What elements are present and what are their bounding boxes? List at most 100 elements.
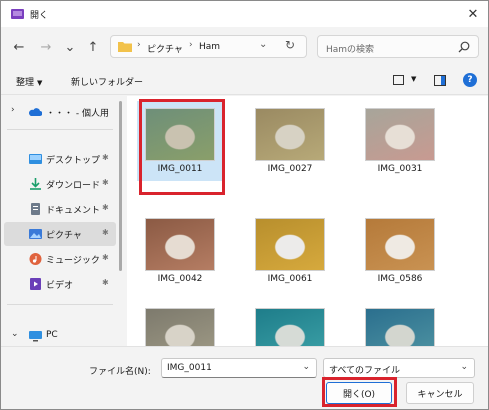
arrow-right-icon: → — [40, 39, 52, 55]
onedrive-cloud-icon — [29, 108, 42, 116]
file-item[interactable]: IMG_0061 — [247, 211, 333, 291]
refresh-icon[interactable]: ↻ — [285, 38, 295, 52]
search-box[interactable]: Hamの検索 — [317, 35, 479, 58]
open-file-dialog: 開く ✕ ← → ⌄ ↑ › ピクチャ › Ham ⌄ ↻ Hamの検索 整理 … — [0, 0, 489, 410]
pictures-icon — [29, 229, 42, 239]
cancel-button[interactable]: キャンセル — [406, 382, 474, 404]
title-bar: 開く ✕ — [1, 1, 488, 27]
highlight-open-button — [322, 377, 397, 407]
sidebar-item-music[interactable]: ミュージック ✱ — [4, 247, 116, 271]
search-icon — [458, 41, 470, 53]
file-name-label: IMG_0027 — [267, 164, 313, 174]
sidebar-item-pc[interactable]: ⌄ PC — [4, 324, 116, 348]
recent-locations-button[interactable]: ⌄ — [62, 39, 78, 55]
hamster-photo-thumbnail — [255, 308, 325, 346]
sidebar-item-desktop[interactable]: デスクトップ ✱ — [4, 147, 116, 171]
hamster-photo-thumbnail — [365, 108, 435, 161]
sidebar-item-label: ダウンロード — [46, 181, 101, 191]
pin-icon: ✱ — [102, 203, 109, 212]
breadcrumb-ham[interactable]: Ham — [199, 42, 220, 52]
address-dropdown-icon[interactable]: ⌄ — [259, 39, 267, 50]
new-folder-label: 新しいフォルダー — [71, 78, 144, 88]
sidebar-item-pictures[interactable]: ピクチャ ✱ — [4, 222, 116, 246]
file-item[interactable]: IMG_0031 — [357, 101, 443, 181]
file-item[interactable] — [357, 301, 443, 346]
sidebar-item-label: ピクチャ — [46, 231, 82, 241]
search-placeholder: Hamの検索 — [326, 45, 375, 55]
address-bar[interactable]: › ピクチャ › Ham ⌄ ↻ — [110, 35, 307, 58]
filetype-value: すべてのファイル — [329, 366, 401, 376]
pin-icon: ✱ — [102, 253, 109, 262]
dialog-footer: ファイル名(N): IMG_0011 ⌄ すべてのファイル ⌄ 開く(O) キャ… — [1, 346, 488, 409]
file-item[interactable] — [247, 301, 333, 346]
sidebar-item-label: ・・・ - 個人用 — [46, 109, 109, 119]
file-name-label: IMG_0061 — [267, 274, 313, 284]
navigation-pane: › ・・・ - 個人用 デスクトップ ✱ ダウンロード ✱ ドキュメント ✱ ピ… — [1, 96, 119, 346]
chevron-down-icon: ⌄ — [64, 39, 76, 55]
chevron-down-icon[interactable]: ⌄ — [11, 329, 19, 339]
sidebar-item-documents[interactable]: ドキュメント ✱ — [4, 197, 116, 221]
breadcrumb-separator: › — [189, 40, 193, 50]
sidebar-item-label: ビデオ — [46, 281, 74, 291]
breadcrumb-separator: › — [137, 40, 141, 50]
pin-icon: ✱ — [102, 278, 109, 287]
sidebar-item-videos[interactable]: ビデオ ✱ — [4, 272, 116, 296]
pin-icon: ✱ — [102, 228, 109, 237]
hamster-photo-thumbnail — [365, 218, 435, 271]
filetype-select[interactable]: すべてのファイル ⌄ — [323, 358, 475, 378]
music-icon — [29, 253, 42, 265]
filename-label: ファイル名(N): — [89, 367, 151, 377]
file-item[interactable]: IMG_0586 — [357, 211, 443, 291]
view-options-icon[interactable] — [393, 75, 404, 85]
help-icon[interactable]: ? — [463, 73, 477, 87]
caret-down-icon: ▼ — [37, 79, 43, 87]
filename-input[interactable]: IMG_0011 ⌄ — [161, 358, 317, 378]
file-name-label: IMG_0042 — [157, 274, 203, 284]
up-button[interactable]: ↑ — [85, 39, 101, 55]
navigation-bar: ← → ⌄ ↑ › ピクチャ › Ham ⌄ ↻ Hamの検索 — [1, 27, 488, 67]
hamster-photo-thumbnail — [145, 218, 215, 271]
file-item[interactable]: IMG_0027 — [247, 101, 333, 181]
filename-value: IMG_0011 — [167, 363, 212, 373]
caret-down-icon[interactable]: ▼ — [411, 75, 416, 83]
pc-icon — [29, 331, 42, 342]
preview-pane-icon[interactable] — [434, 75, 446, 86]
forward-button[interactable]: → — [38, 39, 54, 55]
sidebar-item-downloads[interactable]: ダウンロード ✱ — [4, 172, 116, 196]
sidebar-scrollbar[interactable] — [119, 101, 122, 271]
window-title: 開く — [30, 11, 49, 21]
hamster-photo-thumbnail — [255, 218, 325, 271]
chevron-right-icon[interactable]: › — [11, 105, 15, 115]
breadcrumb-pictures[interactable]: ピクチャ — [147, 42, 183, 55]
sidebar-divider — [7, 304, 113, 305]
organize-label: 整理 — [16, 78, 35, 88]
hamster-photo-thumbnail — [365, 308, 435, 346]
document-icon — [31, 203, 40, 215]
folder-icon — [118, 42, 132, 52]
file-item[interactable] — [137, 301, 223, 346]
command-bar: 整理 ▼ 新しいフォルダー ▼ ? — [1, 67, 488, 95]
arrow-left-icon: ← — [13, 39, 25, 55]
close-icon: ✕ — [467, 6, 479, 22]
close-button[interactable]: ✕ — [458, 1, 488, 27]
download-icon — [30, 178, 41, 190]
sidebar-item-onedrive[interactable]: › ・・・ - 個人用 — [4, 100, 116, 124]
file-name-label: IMG_0031 — [377, 164, 423, 174]
back-button[interactable]: ← — [11, 39, 27, 55]
chevron-down-icon: ⌄ — [460, 362, 468, 372]
sidebar-item-label: デスクトップ — [46, 156, 101, 166]
pin-icon: ✱ — [102, 178, 109, 187]
sidebar-item-label: ドキュメント — [46, 206, 101, 216]
highlight-selected-file — [139, 99, 225, 195]
hamster-photo-thumbnail — [145, 308, 215, 346]
desktop-icon — [29, 154, 42, 164]
organize-button[interactable]: 整理 ▼ — [16, 75, 42, 88]
video-icon — [30, 278, 41, 290]
arrow-up-icon: ↑ — [87, 39, 99, 55]
pin-icon: ✱ — [102, 153, 109, 162]
new-folder-button[interactable]: 新しいフォルダー — [71, 75, 143, 88]
app-icon — [11, 9, 24, 19]
sidebar-item-label: ミュージック — [46, 256, 100, 266]
chevron-down-icon[interactable]: ⌄ — [302, 362, 310, 372]
file-item[interactable]: IMG_0042 — [137, 211, 223, 291]
